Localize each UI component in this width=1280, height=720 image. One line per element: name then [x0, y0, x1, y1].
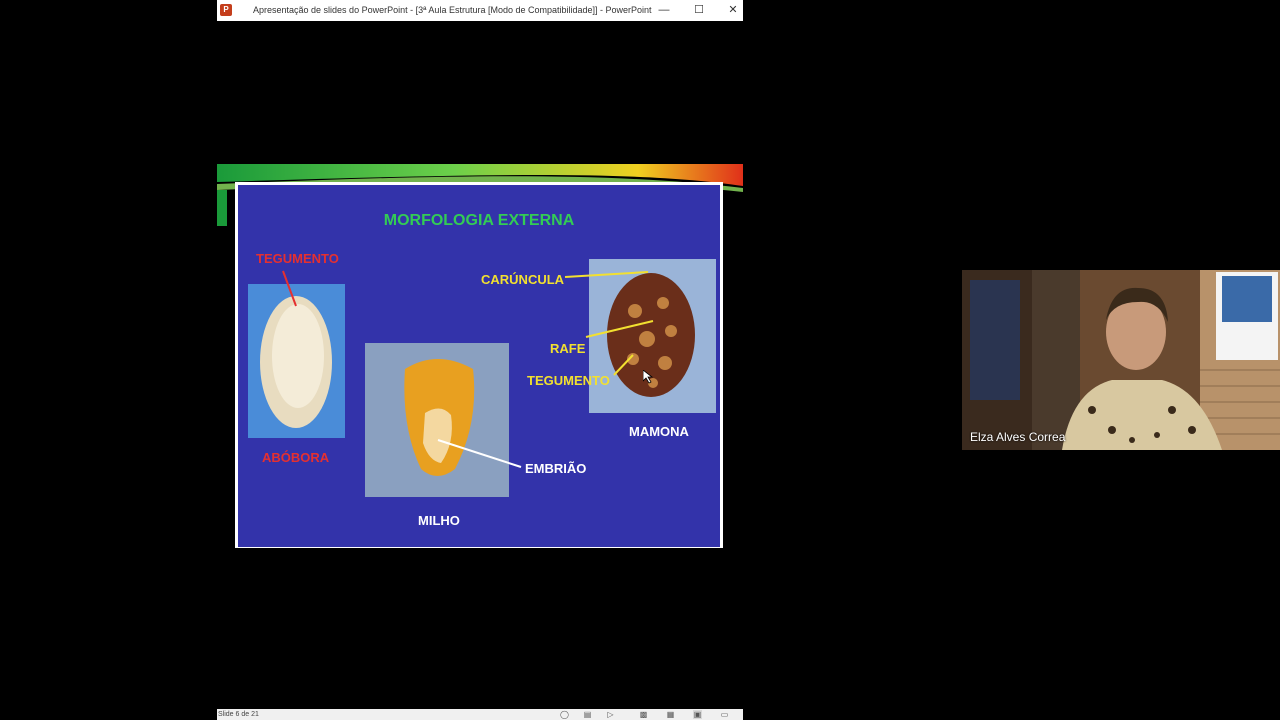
powerpoint-icon: P — [220, 4, 232, 16]
participant-video-frame — [962, 270, 1280, 450]
window-title: Apresentação de slides do PowerPoint - [… — [253, 5, 652, 15]
slideshow-icon[interactable]: ▭ — [720, 710, 729, 719]
powerpoint-window: P Apresentação de slides do PowerPoint -… — [217, 0, 743, 720]
maximize-button[interactable]: ☐ — [689, 2, 709, 19]
slide-frame: MORFOLOGIA EXTERNA TEGUMENTO ABÓBORA MIL… — [235, 182, 723, 548]
notes-icon[interactable]: ▤ — [583, 710, 592, 719]
mouse-cursor-icon — [643, 370, 653, 384]
close-button[interactable]: ✕ — [723, 2, 743, 19]
slide-counter: Slide 6 de 21 — [218, 711, 259, 718]
title-bar: P Apresentação de slides do PowerPoint -… — [217, 0, 743, 21]
slide-content: MORFOLOGIA EXTERNA TEGUMENTO ABÓBORA MIL… — [238, 185, 720, 547]
slide-sorter-icon[interactable]: ▦ — [666, 710, 675, 719]
status-bar: Slide 6 de 21 ◯ ▤ ▷ ▩ ▦ ▣ ▭ — [217, 709, 743, 720]
slide-area[interactable]: MORFOLOGIA EXTERNA TEGUMENTO ABÓBORA MIL… — [217, 164, 743, 548]
label-tegumento-aborora: TEGUMENTO — [256, 251, 339, 266]
minimize-icon: — — [658, 4, 670, 16]
close-icon: ✕ — [728, 4, 738, 16]
comments-icon[interactable]: ▷ — [606, 710, 615, 719]
label-tegumento-mamona: TEGUMENTO — [527, 373, 610, 388]
label-milho: MILHO — [418, 513, 460, 528]
label-aborora: ABÓBORA — [262, 450, 330, 465]
minimize-button[interactable]: — — [654, 2, 674, 19]
label-mamona: MAMONA — [629, 424, 689, 439]
label-rafe: RAFE — [550, 341, 586, 356]
reading-view-icon[interactable]: ▣ — [693, 710, 702, 719]
participant-video-tile[interactable]: Elza Alves Correa — [962, 270, 1280, 450]
maximize-icon: ☐ — [694, 4, 704, 16]
label-caruncula: CARÚNCULA — [481, 272, 565, 287]
label-embriao: EMBRIÃO — [525, 461, 587, 476]
participant-name: Elza Alves Correa — [970, 430, 1066, 444]
normal-view-icon[interactable]: ▩ — [639, 710, 648, 719]
pointer-lines — [282, 270, 654, 468]
accessibility-icon[interactable]: ◯ — [560, 710, 569, 719]
